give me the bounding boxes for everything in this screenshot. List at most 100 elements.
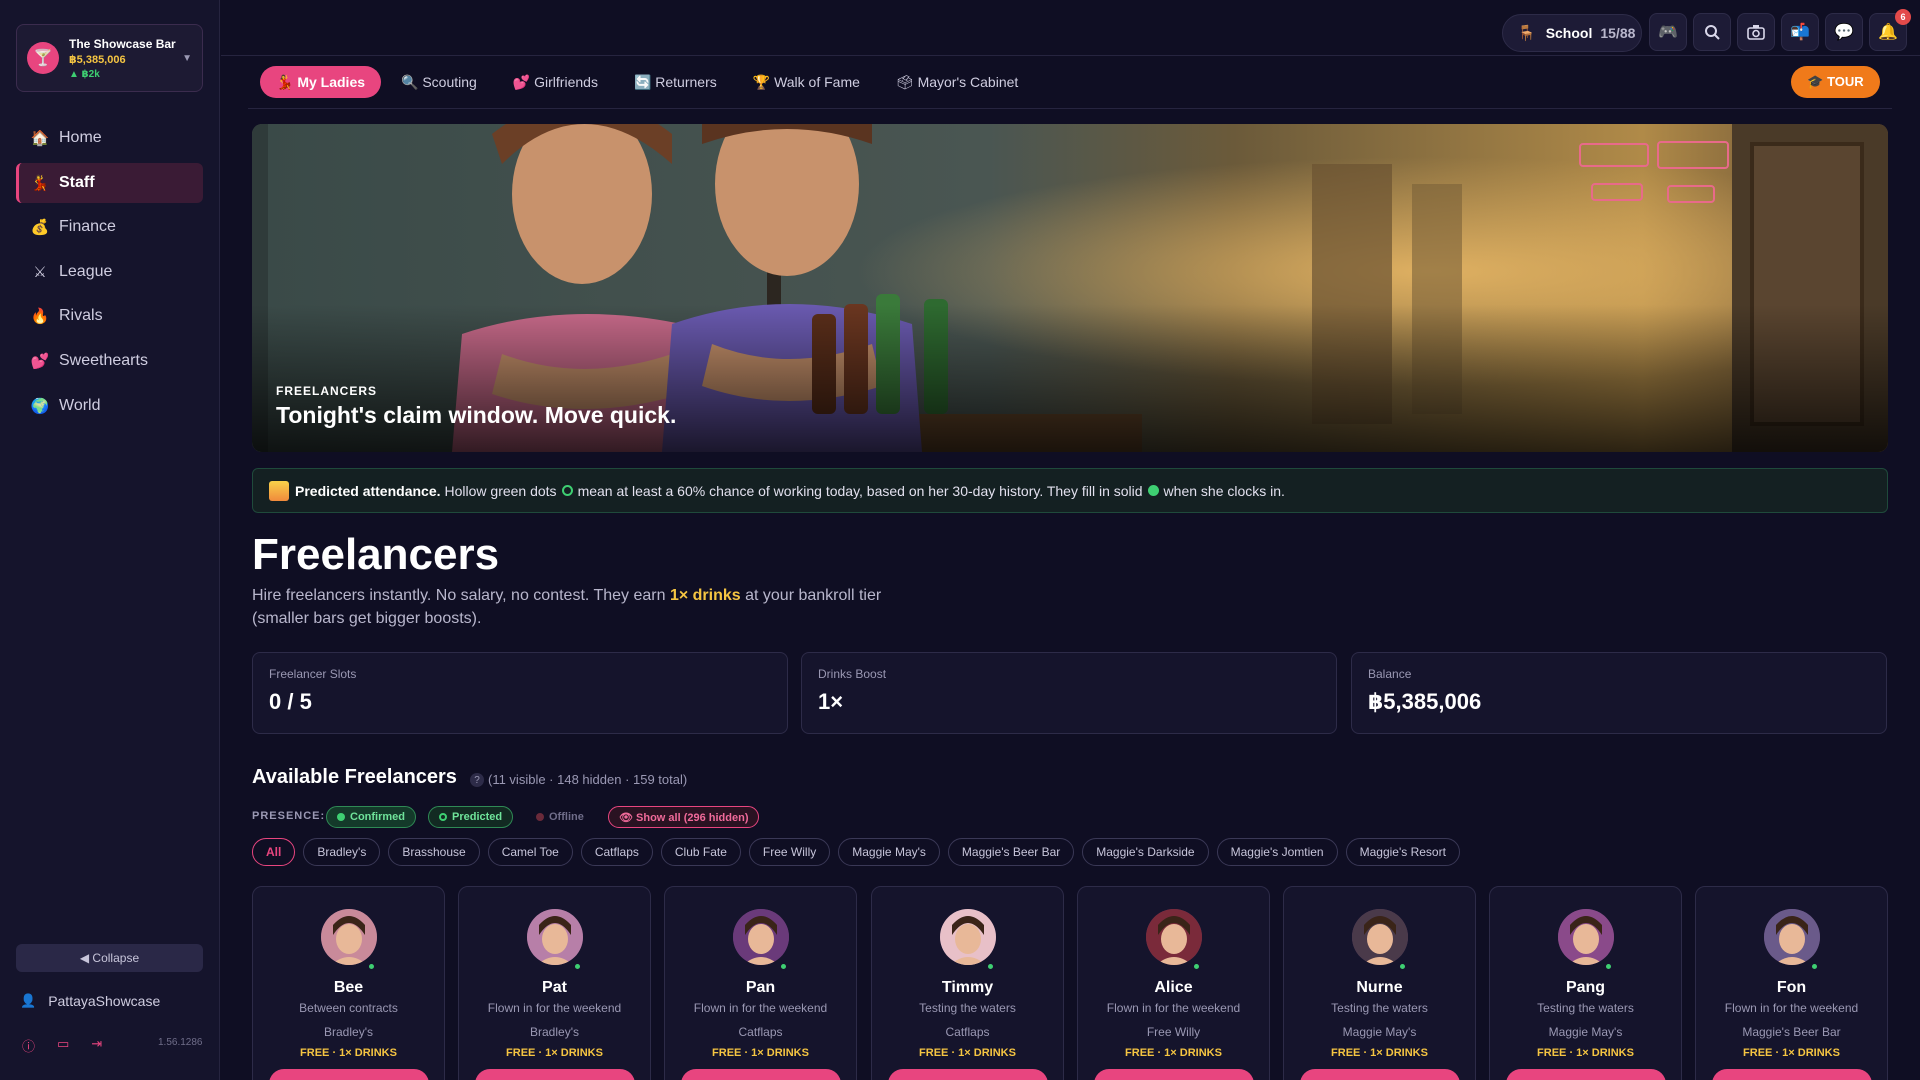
hire-button[interactable] (269, 1069, 429, 1080)
tour-button[interactable]: 🎓 TOUR (1791, 66, 1880, 98)
freelancer-card[interactable]: Bee Between contracts Bradley's FREE · 1× D… (252, 886, 445, 1080)
search-icon[interactable] (1693, 13, 1731, 51)
collapse-button[interactable]: ◀ Collapse (16, 944, 203, 972)
top-bar: 🪑 School 15/88 🎮 📬 💬 🔔 6 (221, 0, 1920, 56)
freelancer-card[interactable]: Pan Flown in for the weekend Catflaps FREE … (664, 886, 857, 1080)
subtitle-highlight: 1× drinks (669, 587, 741, 604)
sidebar-item-home[interactable]: 🏠 Home (16, 118, 203, 158)
bar-filter-chip[interactable]: All (252, 838, 296, 866)
camera-icon[interactable] (1737, 13, 1775, 51)
presence-offline-toggle[interactable]: Offline (526, 806, 594, 828)
sidebar-item-sweethearts[interactable]: 💕 Sweethearts (16, 341, 203, 381)
mailbox-icon[interactable]: 📬 (1781, 13, 1819, 51)
notice-text-2: mean at least a 60% chance of working to… (577, 482, 1143, 499)
hire-button[interactable] (1094, 1069, 1254, 1080)
freelancer-price: FREE · 1× DRINKS (1125, 1047, 1222, 1059)
bar-filter-chip[interactable]: Maggie's Beer Bar (947, 838, 1075, 866)
sidebar-item-staff[interactable]: 💃 Staff (16, 162, 203, 203)
tab-2[interactable]: 💕 Girlfriends (497, 66, 614, 98)
bar-filter-chip[interactable]: Catflaps (580, 838, 653, 866)
tab-5[interactable]: 🗳 Mayor's Cabinet (880, 66, 1034, 98)
freelancer-status: Between contracts (299, 1001, 398, 1015)
avatar (1764, 909, 1820, 965)
freelancer-card[interactable]: Pat Flown in for the weekend Bradley's FREE… (458, 886, 651, 1080)
freelancer-bar: Catflaps (738, 1025, 783, 1039)
freelancer-name: Timmy (941, 979, 994, 996)
logout-icon[interactable]: ⇥ (91, 1036, 102, 1055)
dancer-icon: 💃 (30, 174, 50, 192)
speech-bubble-icon[interactable]: 💬 (1825, 13, 1863, 51)
notification-badge: 6 (1895, 9, 1911, 25)
bar-filter-chip[interactable]: Free Willy (748, 838, 831, 866)
tab-1[interactable]: 🔍 Scouting (385, 66, 493, 98)
freelancer-status: Testing the waters (1331, 1001, 1428, 1015)
notifications-button[interactable]: 🔔 6 (1869, 9, 1911, 51)
user-profile[interactable]: 👤 PattayaShowcase (20, 990, 210, 1012)
stat-balance: Balance ฿5,385,006 (1351, 652, 1887, 734)
page-subtitle: Hire freelancers instantly. No salary, n… (252, 584, 892, 630)
freelancer-bar: Maggie May's (1548, 1025, 1623, 1039)
chat-icon[interactable]: ▭ (57, 1036, 69, 1055)
bar-filter-chip[interactable]: Camel Toe (487, 838, 573, 866)
presence-confirmed-toggle[interactable]: Confirmed (326, 806, 416, 828)
presence-predicted-toggle[interactable]: Predicted (428, 806, 514, 828)
hero-title: Tonight's claim window. Move quick. (276, 402, 677, 428)
freelancer-status: Testing the waters (919, 1001, 1016, 1015)
sidebar-item-label: Sweethearts (59, 351, 148, 369)
freelancer-status: Flown in for the weekend (487, 1001, 622, 1015)
sidebar: 🍸 The Showcase Bar ฿5,385,006 ▲ ฿2k ▼ 🏠 H… (0, 0, 220, 1080)
show-all-toggle[interactable]: 👁 Show all (296 hidden) (608, 806, 760, 828)
sidebar-item-world[interactable]: 🌍 World (16, 386, 203, 426)
freelancer-card[interactable]: Timmy Testing the waters Catflaps FREE · 1×… (871, 886, 1064, 1080)
stat-label: Freelancer Slots (269, 667, 357, 681)
freelancer-price: FREE · 1× DRINKS (712, 1047, 809, 1059)
hire-button[interactable] (1300, 1069, 1460, 1080)
sidebar-item-league[interactable]: ⚔ League (16, 252, 203, 292)
gamepad-icon[interactable]: 🎮 (1649, 13, 1687, 51)
tab-3[interactable]: 🔄 Returners (618, 66, 733, 98)
notice-text-1: Hollow green dots (444, 482, 557, 499)
venue-name: The Showcase Bar (69, 36, 176, 51)
freelancer-price: FREE · 1× DRINKS (1331, 1047, 1428, 1059)
stat-value: 1× (818, 689, 844, 714)
tab-4[interactable]: 🏆 Walk of Fame (737, 66, 876, 98)
help-icon[interactable]: ? (470, 773, 484, 787)
freelancer-bar: Bradley's (530, 1025, 579, 1039)
bar-filter-chip[interactable]: Maggie's Resort (1345, 838, 1460, 866)
help-icon[interactable]: ⓘ (22, 1036, 35, 1055)
bar-filter-chip[interactable]: Maggie's Jomtien (1216, 838, 1338, 866)
bar-filter-chip[interactable]: Brasshouse (388, 838, 480, 866)
hire-button[interactable] (888, 1069, 1048, 1080)
bar-filter-chip[interactable]: Maggie's Darkside (1082, 838, 1209, 866)
user-icon: 👤 (20, 993, 37, 1008)
sidebar-item-rivals[interactable]: 🔥 Rivals (16, 296, 203, 336)
online-dot-icon (1810, 962, 1819, 971)
bar-filter-chip[interactable]: Bradley's (303, 838, 381, 866)
notice-title: Predicted attendance. (295, 482, 441, 499)
venue-switcher[interactable]: 🍸 The Showcase Bar ฿5,385,006 ▲ ฿2k ▼ (16, 24, 203, 92)
freelancer-card[interactable]: Nurne Testing the waters Maggie May's FREE … (1283, 886, 1476, 1080)
tab-0[interactable]: 💃 My Ladies (260, 66, 382, 98)
hire-button[interactable] (1506, 1069, 1666, 1080)
freelancer-card[interactable]: Alice Flown in for the weekend Free Willy F… (1077, 886, 1270, 1080)
sidebar-item-finance[interactable]: 💰 Finance (16, 207, 203, 247)
freelancer-name: Pan (745, 979, 776, 996)
bar-filter-chip[interactable]: Club Fate (660, 838, 741, 866)
school-count: 15/88 (1600, 25, 1636, 41)
avatar (321, 909, 377, 965)
freelancer-price: FREE · 1× DRINKS (1743, 1047, 1840, 1059)
hollow-dot-icon (439, 813, 447, 821)
hire-button[interactable] (475, 1069, 635, 1080)
freelancer-name: Alice (1154, 979, 1193, 996)
stat-drinks-boost: Drinks Boost 1× (801, 652, 1337, 734)
online-dot-icon (986, 962, 995, 971)
hire-button[interactable] (681, 1069, 841, 1080)
hire-button[interactable] (1712, 1069, 1872, 1080)
freelancer-card[interactable]: Pang Testing the waters Maggie May's FREE ·… (1489, 886, 1682, 1080)
stat-label: Balance (1368, 667, 1412, 681)
bar-filter-chip[interactable]: Maggie May's (838, 838, 940, 866)
freelancer-card[interactable]: Fon Flown in for the weekend Maggie's Beer… (1695, 886, 1888, 1080)
attendance-notice: Predicted attendance. Hollow green dots … (252, 468, 1888, 513)
bell-icon: 🔔 (1878, 24, 1898, 41)
school-button[interactable]: 🪑 School 15/88 (1502, 14, 1642, 52)
